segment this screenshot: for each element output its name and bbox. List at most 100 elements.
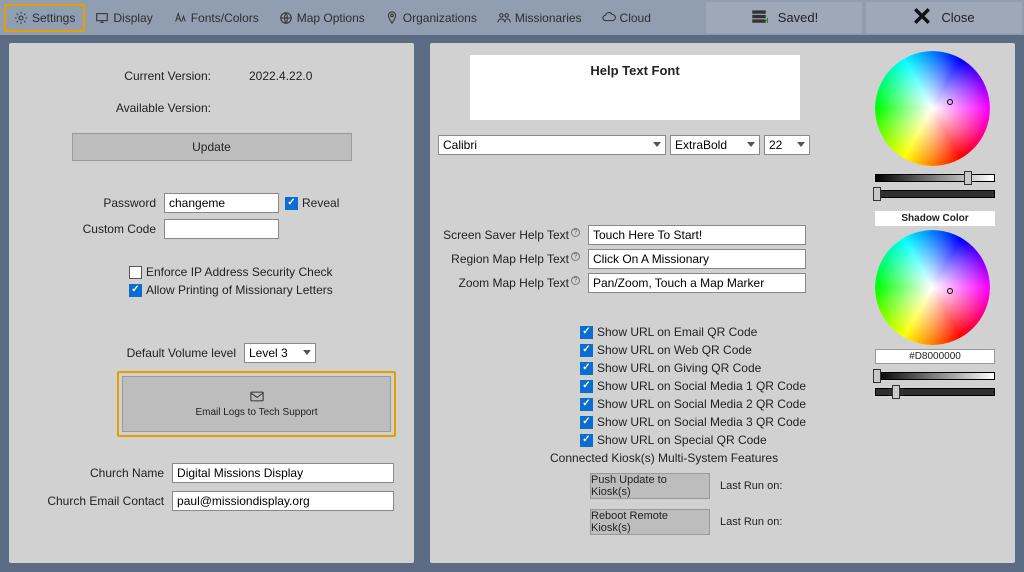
reveal-checkbox[interactable] [285,197,298,210]
font-weight-select[interactable]: ExtraBold [670,135,760,155]
region-help-input[interactable] [588,249,806,269]
available-version-label: Available Version: [29,101,219,115]
globe-icon [279,11,293,25]
pin-icon [385,11,399,25]
shadow-hex-value[interactable]: #D8000000 [875,349,995,364]
reboot-label: Reboot Remote Kiosk(s) [591,510,709,534]
cloud-icon [602,11,616,25]
push-update-label: Push Update to Kiosk(s) [591,474,709,498]
qr-sm3-checkbox[interactable] [580,416,593,429]
top-tab-bar: Settings Display Fonts/Colors Map Option… [0,0,1024,35]
help-icon[interactable]: ? [571,228,580,237]
ss-help-label: Screen Saver Help Text [443,228,569,242]
tab-label: Fonts/Colors [191,11,259,25]
color-wheel-icon[interactable] [875,230,990,345]
primary-alpha-slider[interactable] [875,190,995,198]
qr-giving-checkbox[interactable] [580,362,593,375]
tab-label: Missionaries [515,11,582,25]
printing-label: Allow Printing of Missionary Letters [146,283,333,297]
tab-label: Map Options [297,11,365,25]
font-family-select[interactable]: Calibri [438,135,666,155]
shadow-color-label: Shadow Color [875,211,995,226]
custom-code-label: Custom Code [29,222,164,236]
tab-settings[interactable]: Settings [4,4,85,32]
church-name-label: Church Name [29,466,172,480]
tab-missionaries[interactable]: Missionaries [487,4,592,32]
password-input[interactable] [164,193,279,213]
last-run-push: Last Run on: [720,480,782,492]
save-icon: + [750,7,768,28]
update-label: Update [192,140,231,154]
church-email-input[interactable] [172,491,394,511]
current-version-label: Current Version: [29,69,219,83]
tab-label: Settings [32,11,75,25]
tab-cloud[interactable]: Cloud [592,4,661,32]
qr-email-checkbox[interactable] [580,326,593,339]
email-logs-button[interactable]: Email Logs to Tech Support [122,376,391,432]
qr-label: Show URL on Social Media 2 QR Code [597,397,806,411]
saved-button[interactable]: + Saved! [706,2,862,33]
tab-orgs[interactable]: Organizations [375,4,487,32]
update-button[interactable]: Update [72,133,352,161]
church-email-label: Church Email Contact [29,494,172,508]
current-version-value: 2022.4.22.0 [219,69,339,83]
zoom-help-input[interactable] [588,273,806,293]
help-text-preview: Help Text Font [470,55,800,120]
help-icon[interactable]: ? [571,252,580,261]
ss-help-input[interactable] [588,225,806,245]
push-update-button[interactable]: Push Update to Kiosk(s) [590,473,710,499]
ipcheck-label: Enforce IP Address Security Check [146,265,333,279]
tab-fonts[interactable]: Fonts/Colors [163,4,269,32]
reboot-kiosk-button[interactable]: Reboot Remote Kiosk(s) [590,509,710,535]
tab-label: Display [113,11,152,25]
people-icon [497,11,511,25]
color-wheel-icon[interactable] [875,51,990,166]
shadow-brightness-slider[interactable] [875,372,995,380]
tab-map[interactable]: Map Options [269,4,375,32]
printing-checkbox[interactable] [129,284,142,297]
right-panel: Help Text Font Calibri ExtraBold 22 Shad… [430,43,1015,563]
qr-label: Show URL on Giving QR Code [597,361,761,375]
qr-sm1-checkbox[interactable] [580,380,593,393]
primary-brightness-slider[interactable] [875,174,995,182]
shadow-alpha-slider[interactable] [875,388,995,396]
reveal-label: Reveal [302,196,339,210]
custom-code-input[interactable] [164,219,279,239]
zoom-help-label: Zoom Map Help Text [459,276,570,290]
region-help-label: Region Map Help Text [451,252,569,266]
qr-label: Show URL on Social Media 1 QR Code [597,379,806,393]
tab-label: Organizations [403,11,477,25]
help-text-font-label: Help Text Font [590,63,679,78]
qr-sm2-checkbox[interactable] [580,398,593,411]
volume-select[interactable]: Level 3 [244,343,316,363]
tab-label: Cloud [620,11,651,25]
volume-label: Default Volume level [29,346,244,360]
qr-special-checkbox[interactable] [580,434,593,447]
ipcheck-checkbox[interactable] [129,266,142,279]
fonts-icon [173,11,187,25]
font-size-select[interactable]: 22 [764,135,810,155]
qr-label: Show URL on Social Media 3 QR Code [597,415,806,429]
church-name-input[interactable] [172,463,394,483]
shadow-color-picker[interactable]: Shadow Color #D8000000 [875,211,995,396]
close-button[interactable]: Close [866,2,1022,33]
last-run-reboot: Last Run on: [720,516,782,528]
email-logs-label: Email Logs to Tech Support [195,407,317,418]
primary-color-picker[interactable] [875,51,995,198]
tab-display[interactable]: Display [85,4,162,32]
kiosk-section-title: Connected Kiosk(s) Multi-System Features [550,451,782,465]
qr-web-checkbox[interactable] [580,344,593,357]
qr-label: Show URL on Special QR Code [597,433,767,447]
email-logs-box: Email Logs to Tech Support [117,371,396,437]
qr-label: Show URL on Web QR Code [597,343,752,357]
password-label: Password [29,196,164,210]
mail-icon [250,391,264,405]
help-icon[interactable]: ? [571,276,580,285]
qr-options: Show URL on Email QR Code Show URL on We… [580,321,806,451]
display-icon [95,11,109,25]
saved-label: Saved! [778,10,818,25]
close-label: Close [941,10,974,25]
qr-label: Show URL on Email QR Code [597,325,757,339]
left-panel: Current Version:2022.4.22.0 Available Ve… [9,43,414,563]
close-icon [913,7,931,28]
